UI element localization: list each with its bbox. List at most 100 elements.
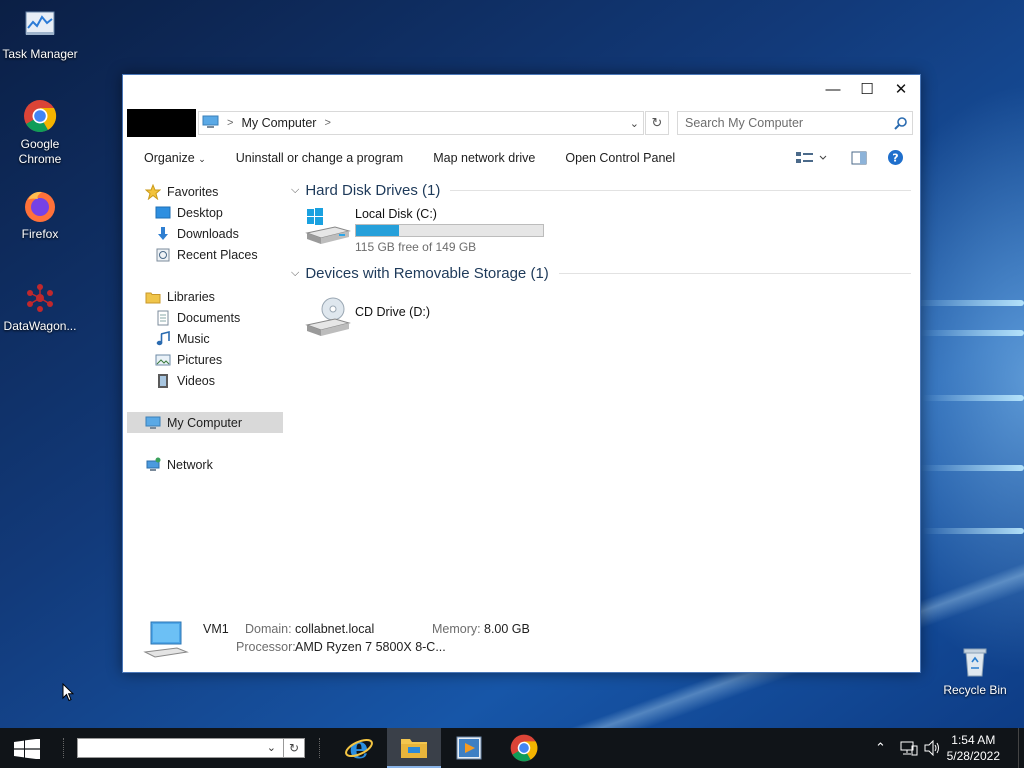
clock-date: 5/28/2022 bbox=[946, 749, 1000, 763]
maximize-button[interactable]: ☐ bbox=[850, 75, 884, 103]
wallpaper-light-beam bbox=[920, 330, 1024, 336]
system-clock[interactable]: 1:54 AM 5/28/2022 bbox=[947, 732, 1000, 764]
desktop-icon-task-manager[interactable]: Task Manager bbox=[0, 8, 80, 62]
nav-item-music[interactable]: Music bbox=[127, 328, 283, 349]
nav-item-pictures[interactable]: Pictures bbox=[127, 349, 283, 370]
breadcrumb-my-computer[interactable]: My Computer bbox=[241, 116, 316, 130]
nav-item-my-computer[interactable]: My Computer bbox=[127, 412, 283, 433]
drive-item-d[interactable]: CD Drive (D:) bbox=[305, 297, 430, 340]
navigation-buttons-redacted[interactable] bbox=[127, 109, 196, 137]
command-bar: Organize ⌄ Uninstall or change a program… bbox=[123, 143, 920, 173]
memory-value: 8.00 GB bbox=[484, 622, 530, 636]
desktop-icon-recycle-bin[interactable]: Recycle Bin bbox=[935, 644, 1015, 698]
chevron-down-icon[interactable]: ⌄ bbox=[267, 741, 276, 754]
preview-pane-icon[interactable] bbox=[851, 150, 867, 169]
toolbar-grip[interactable] bbox=[319, 738, 321, 758]
group-header-hard-disk-drives[interactable]: ⌵ Hard Disk Drives (1) bbox=[291, 182, 911, 199]
network-status-icon[interactable] bbox=[900, 740, 918, 759]
wallpaper-light-beam bbox=[920, 465, 1024, 471]
open-control-panel-button[interactable]: Open Control Panel bbox=[565, 151, 675, 165]
navigation-pane: Favorites Desktop Downloads Recent Place… bbox=[127, 179, 283, 612]
address-bar[interactable]: > My Computer > ⌄ bbox=[198, 111, 644, 135]
content-pane: ⌵ Hard Disk Drives (1) Local Disk (C:) 1… bbox=[289, 179, 912, 612]
group-header-removable-storage[interactable]: ⌵ Devices with Removable Storage (1) bbox=[291, 265, 911, 282]
nav-item-libraries[interactable]: Libraries bbox=[127, 286, 283, 307]
nav-item-desktop[interactable]: Desktop bbox=[127, 202, 283, 223]
group-title: Devices with Removable Storage (1) bbox=[305, 265, 549, 282]
organize-label: Organize bbox=[144, 151, 195, 165]
toolbar-grip[interactable] bbox=[63, 738, 65, 758]
help-icon[interactable]: ? bbox=[887, 149, 904, 169]
music-note-icon bbox=[155, 330, 171, 347]
nav-label: Favorites bbox=[167, 184, 219, 199]
search-icon bbox=[894, 116, 908, 133]
wallpaper-light-beam bbox=[922, 528, 1024, 534]
taskbar-address-input[interactable]: ⌄ ↻ bbox=[77, 738, 305, 758]
computer-icon bbox=[145, 415, 161, 431]
nav-item-videos[interactable]: Videos bbox=[127, 370, 283, 391]
refresh-icon: ↻ bbox=[651, 115, 663, 130]
uninstall-program-button[interactable]: Uninstall or change a program bbox=[236, 151, 403, 165]
search-input[interactable]: Search My Computer bbox=[677, 111, 913, 135]
breadcrumb-separator[interactable]: > bbox=[227, 117, 233, 129]
details-pane: VM1 Domain: collabnet.local Memory: 8.00… bbox=[123, 614, 920, 672]
chevron-down-icon: ⌄ bbox=[198, 154, 206, 164]
desktop-icon-label: Task Manager bbox=[2, 47, 78, 61]
nav-item-recent-places[interactable]: Recent Places bbox=[127, 244, 283, 265]
task-manager-icon bbox=[22, 8, 58, 44]
svg-text:?: ? bbox=[892, 152, 898, 165]
nav-item-documents[interactable]: Documents bbox=[127, 307, 283, 328]
media-player-icon bbox=[456, 736, 482, 760]
computer-name: VM1 bbox=[203, 622, 229, 636]
datawagon-icon bbox=[22, 280, 58, 316]
show-desktop-button[interactable] bbox=[1018, 728, 1024, 768]
drive-free-space: 115 GB free of 149 GB bbox=[355, 240, 477, 254]
start-button[interactable] bbox=[14, 738, 40, 762]
nav-label: Documents bbox=[177, 310, 241, 325]
nav-item-downloads[interactable]: Downloads bbox=[127, 223, 283, 244]
desktop-icon-label: Google Chrome bbox=[18, 137, 62, 166]
breadcrumb-separator[interactable]: > bbox=[324, 117, 330, 129]
taskbar-file-explorer[interactable] bbox=[387, 728, 441, 768]
desktop-icon-datawagon[interactable]: DataWagon... bbox=[0, 280, 80, 334]
film-strip-icon bbox=[155, 373, 171, 389]
explorer-window: — ☐ ✕ > My Computer > ⌄ ↻ Search My Comp… bbox=[122, 74, 921, 673]
volume-icon[interactable] bbox=[924, 739, 942, 759]
domain-label: Domain: bbox=[245, 622, 292, 636]
taskbar-media-player[interactable] bbox=[442, 728, 496, 768]
organize-menu[interactable]: Organize ⌄ bbox=[144, 151, 206, 165]
nav-label: Downloads bbox=[177, 226, 239, 241]
nav-label: Pictures bbox=[177, 352, 223, 367]
drive-usage-bar bbox=[355, 224, 544, 237]
drive-item-c[interactable]: Local Disk (C:) 115 GB free of 149 GB bbox=[305, 207, 544, 254]
taskbar-google-chrome[interactable] bbox=[497, 728, 551, 768]
show-hidden-icons-chevron-icon[interactable]: ⌃ bbox=[875, 740, 886, 756]
libraries-folder-icon bbox=[145, 289, 161, 305]
nav-item-network[interactable]: Network bbox=[127, 454, 283, 475]
title-bar[interactable]: — ☐ ✕ bbox=[123, 75, 920, 103]
minimize-button[interactable]: — bbox=[816, 75, 850, 103]
desktop-icon-firefox[interactable]: Firefox bbox=[0, 188, 80, 242]
desktop-icon-label: DataWagon... bbox=[3, 319, 77, 333]
drive-usage-fill bbox=[356, 225, 399, 236]
change-view-icon[interactable] bbox=[796, 151, 828, 168]
desktop-icon-label: Recycle Bin bbox=[943, 683, 1007, 697]
refresh-icon[interactable]: ↻ bbox=[283, 738, 305, 758]
file-explorer-icon bbox=[401, 739, 427, 758]
nav-label: Recent Places bbox=[177, 247, 258, 262]
nav-label: Desktop bbox=[177, 205, 223, 220]
map-network-drive-button[interactable]: Map network drive bbox=[433, 151, 535, 165]
nav-item-favorites[interactable]: Favorites bbox=[127, 181, 283, 202]
refresh-button[interactable]: ↻ bbox=[645, 111, 669, 135]
close-button[interactable]: ✕ bbox=[884, 75, 918, 103]
processor-label: Processor: bbox=[236, 640, 296, 654]
drive-name: Local Disk (C:) bbox=[355, 207, 437, 221]
address-row: > My Computer > ⌄ ↻ Search My Computer bbox=[127, 109, 913, 137]
address-dropdown-icon[interactable]: ⌄ bbox=[630, 117, 639, 130]
recycle-bin-icon bbox=[957, 644, 993, 680]
wallpaper-light-beam bbox=[922, 395, 1024, 401]
desktop-icon-google-chrome[interactable]: Google Chrome bbox=[0, 98, 80, 167]
clock-time: 1:54 AM bbox=[951, 733, 996, 747]
desktop-icon-label: Firefox bbox=[21, 227, 59, 241]
taskbar-internet-explorer[interactable]: e bbox=[332, 728, 386, 768]
